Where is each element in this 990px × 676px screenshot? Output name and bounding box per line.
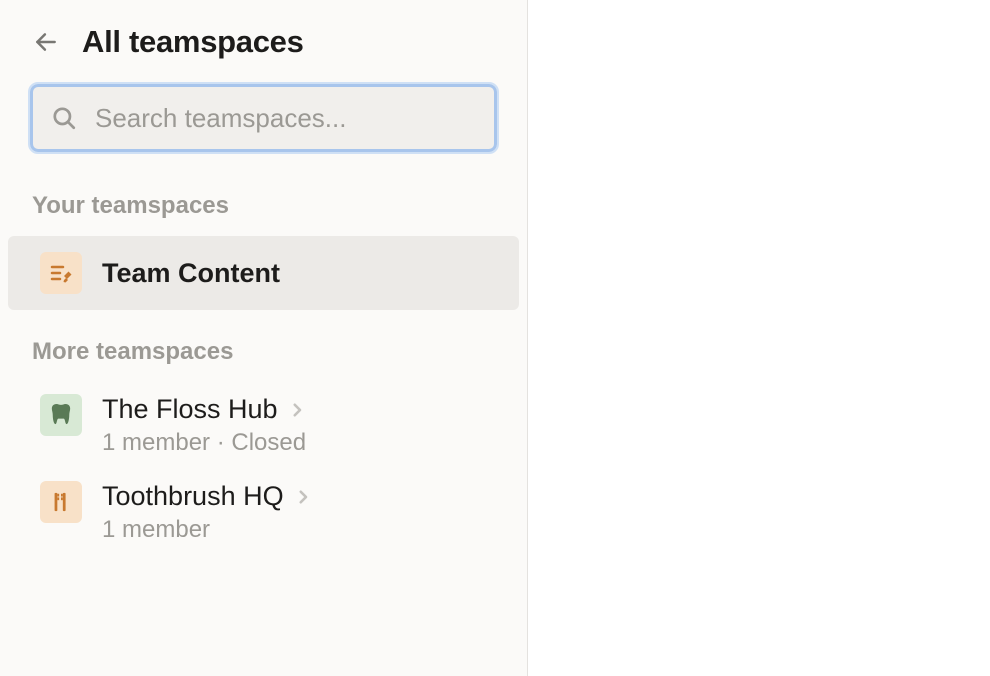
teamspace-icon xyxy=(40,481,82,523)
teamspace-name: Toothbrush HQ xyxy=(102,481,284,512)
teamspace-meta: 1 member xyxy=(102,516,312,544)
teamspace-meta: 1 member · Closed xyxy=(102,429,306,457)
teamspace-icon xyxy=(40,252,82,294)
teamspace-text: The Floss Hub 1 member · Closed xyxy=(102,394,306,457)
teamspace-icon xyxy=(40,394,82,436)
search-box[interactable] xyxy=(30,84,497,152)
chevron-right-icon xyxy=(294,488,312,506)
teamspace-item-team-content[interactable]: Team Content xyxy=(8,236,519,310)
main-content xyxy=(528,0,990,676)
teamspace-name: Team Content xyxy=(102,258,280,289)
arrow-left-icon xyxy=(33,29,59,55)
page-title: All teamspaces xyxy=(82,24,304,60)
teamspace-item-floss-hub[interactable]: The Floss Hub 1 member · Closed xyxy=(8,382,519,469)
more-teamspaces-section: More teamspaces The Floss Hub 1 member ·… xyxy=(0,338,527,584)
search-container xyxy=(0,84,527,192)
search-input[interactable] xyxy=(95,103,476,134)
edit-note-icon xyxy=(49,261,73,285)
search-icon xyxy=(51,105,77,131)
teamspace-text: Toothbrush HQ 1 member xyxy=(102,481,312,544)
teamspace-item-toothbrush-hq[interactable]: Toothbrush HQ 1 member xyxy=(8,469,519,556)
chevron-right-icon xyxy=(288,401,306,419)
teamspace-name: The Floss Hub xyxy=(102,394,278,425)
tooth-icon xyxy=(50,402,72,428)
back-button[interactable] xyxy=(32,28,60,56)
section-title-more: More teamspaces xyxy=(0,338,527,382)
toothbrush-icon xyxy=(50,490,72,514)
your-teamspaces-section: Your teamspaces Team Content xyxy=(0,192,527,338)
sidebar: All teamspaces Your teamspaces Team Cont… xyxy=(0,0,528,676)
header: All teamspaces xyxy=(0,24,527,84)
section-title-yours: Your teamspaces xyxy=(0,192,527,236)
